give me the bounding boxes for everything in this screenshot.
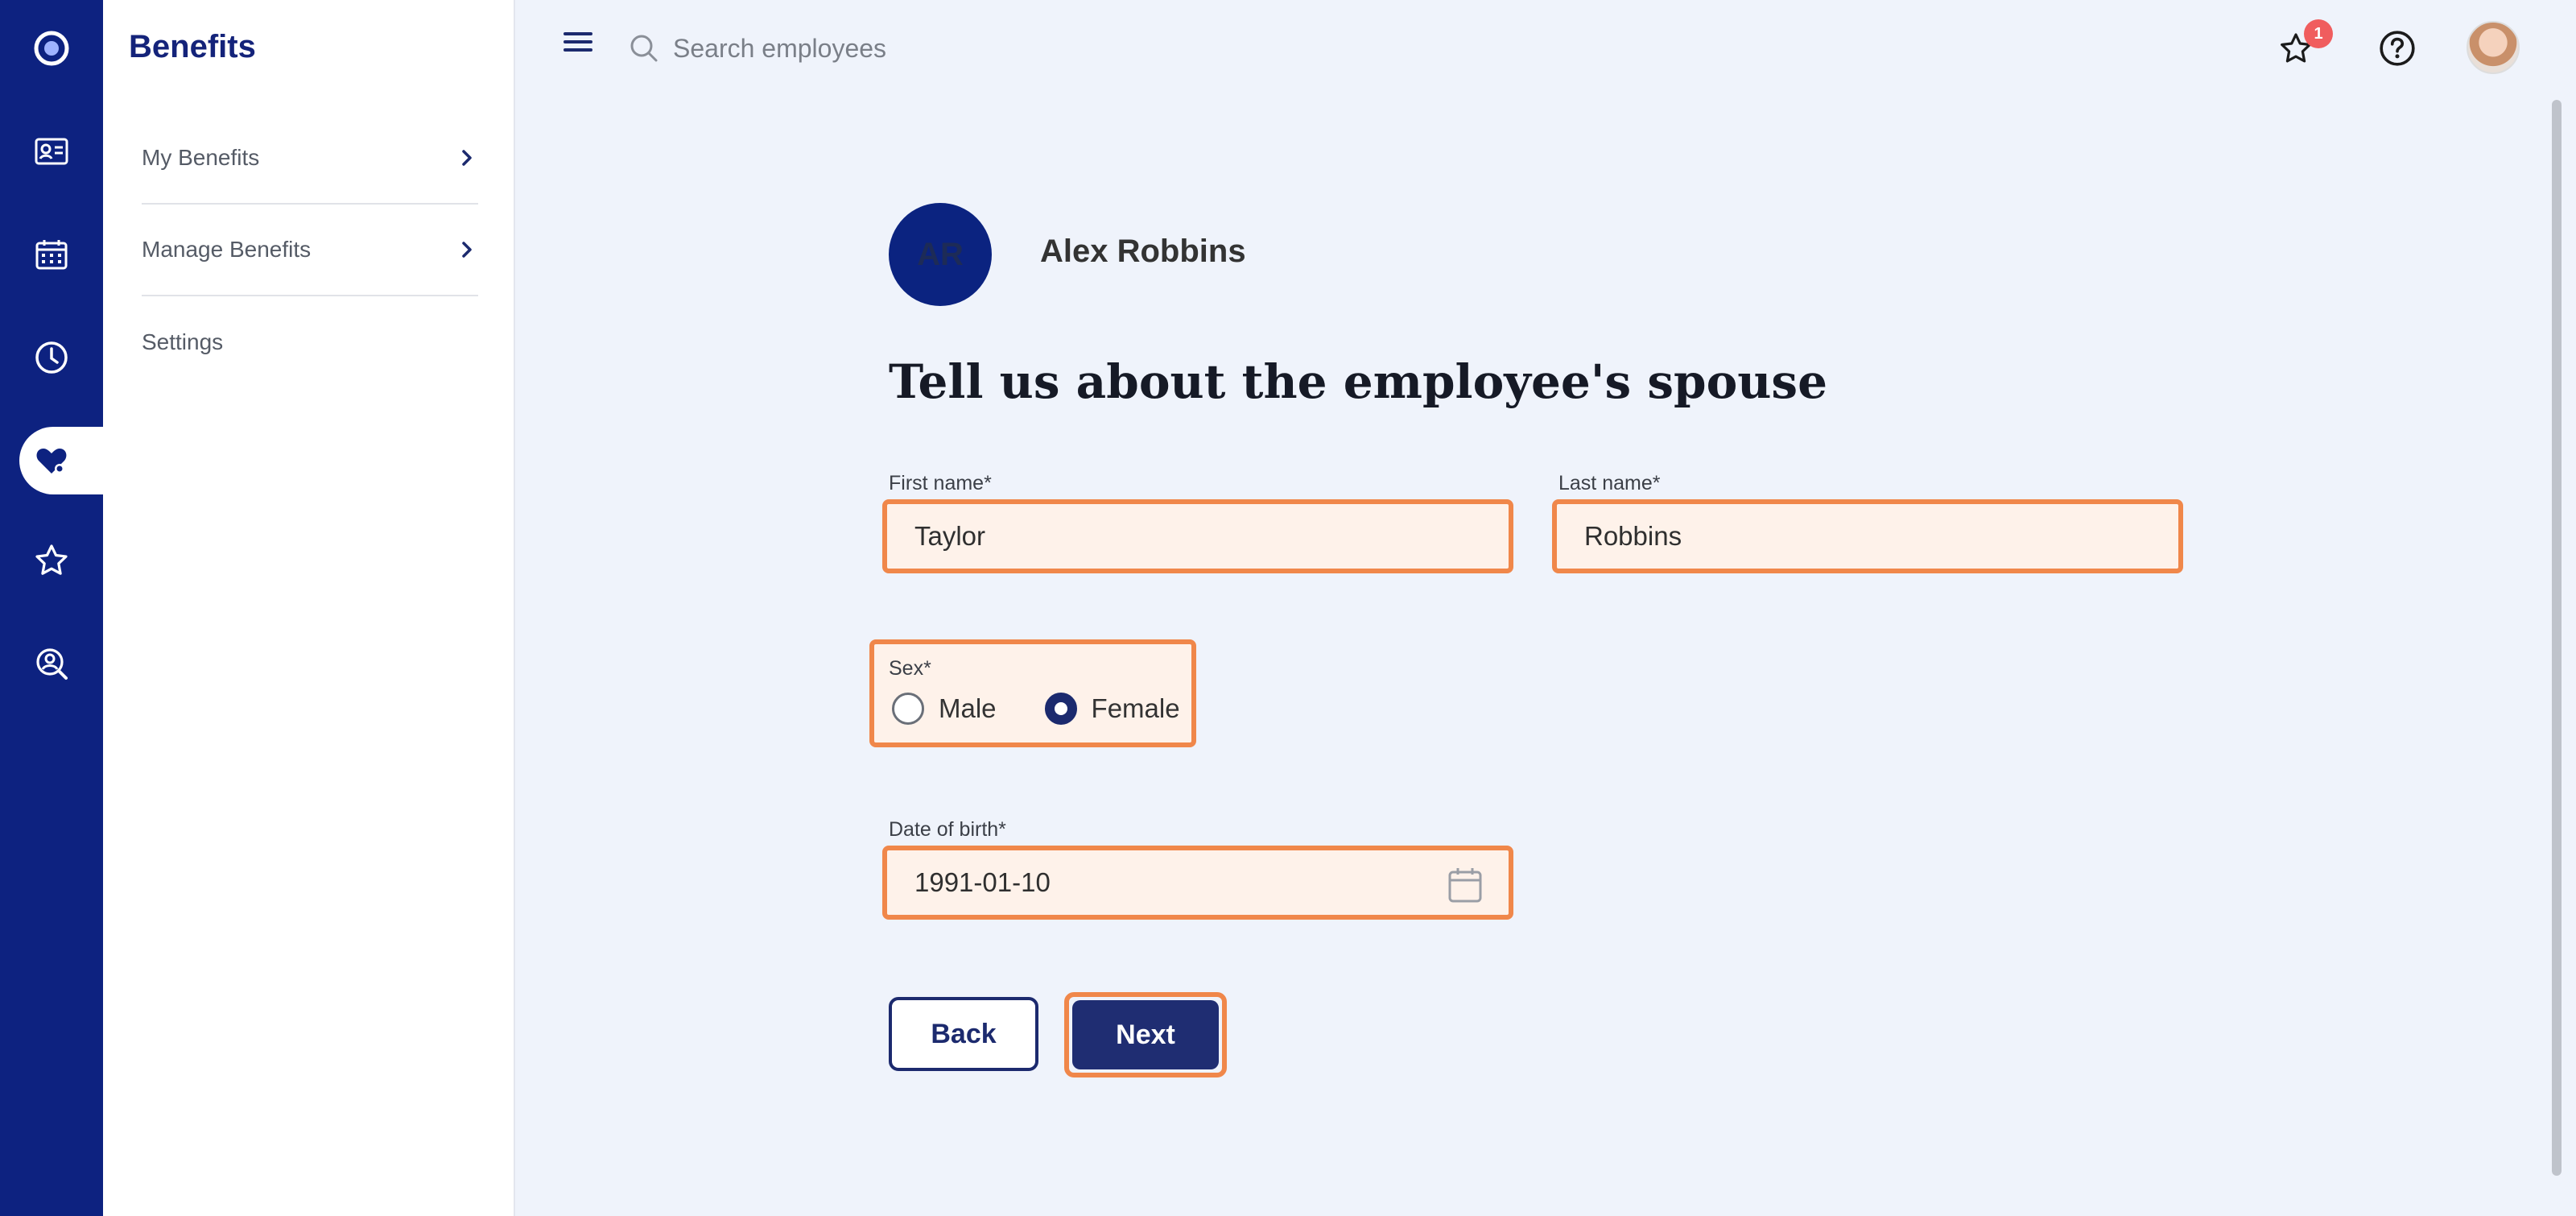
- sidebar-item-manage-benefits[interactable]: Manage Benefits: [142, 205, 478, 296]
- scrollbar-thumb[interactable]: [2552, 100, 2562, 1176]
- hamburger-line: [564, 32, 592, 35]
- sex-options: Male Female: [892, 693, 1180, 725]
- radio-option-male[interactable]: Male: [892, 693, 997, 725]
- calendar-picker-icon[interactable]: [1446, 865, 1484, 905]
- dob-value: 1991-01-10: [914, 867, 1051, 897]
- chevron-right-icon: [462, 242, 472, 258]
- last-name-field[interactable]: Robbins: [1552, 499, 2183, 573]
- sex-radio-group: Sex* Male Female: [869, 639, 1196, 747]
- people-search-icon[interactable]: [19, 631, 84, 696]
- next-button-highlight: Next: [1064, 992, 1227, 1077]
- sidebar-item-settings[interactable]: Settings: [142, 296, 478, 388]
- heart-icon[interactable]: [19, 428, 84, 493]
- star-icon[interactable]: [19, 528, 84, 593]
- date-of-birth-field[interactable]: 1991-01-10: [882, 846, 1513, 920]
- icon-rail: [0, 0, 103, 1216]
- radio-male[interactable]: [892, 693, 924, 725]
- back-button[interactable]: Back: [889, 997, 1038, 1071]
- user-avatar[interactable]: [2467, 21, 2520, 74]
- chevron-right-icon: [462, 150, 472, 166]
- last-name-value: Robbins: [1584, 521, 1682, 551]
- radio-female[interactable]: [1044, 693, 1077, 725]
- sidebar-item-label: Manage Benefits: [142, 237, 312, 262]
- form-heading: Tell us about the employee's spouse: [889, 354, 1827, 409]
- help-icon: [2380, 31, 2415, 66]
- help-button[interactable]: [2373, 24, 2421, 72]
- calendar-icon[interactable]: [19, 222, 84, 287]
- menu-toggle-button[interactable]: [564, 32, 592, 56]
- radio-option-female[interactable]: Female: [1044, 693, 1180, 725]
- hamburger-line: [564, 48, 592, 52]
- side-navigation: Benefits My Benefits Manage Benefits Set…: [103, 0, 515, 1216]
- employee-name: Alex Robbins: [1040, 234, 1246, 269]
- employee-avatar: AR: [889, 203, 992, 306]
- radio-male-label: Male: [939, 693, 997, 723]
- next-button[interactable]: Next: [1072, 1000, 1219, 1069]
- last-name-label: Last name*: [1558, 472, 1661, 494]
- search-icon: [630, 35, 658, 62]
- first-name-field[interactable]: Taylor: [882, 499, 1513, 573]
- sidebar-item-label: Settings: [142, 329, 224, 354]
- sidebar-item-label: My Benefits: [142, 145, 260, 170]
- first-name-label: First name*: [889, 472, 992, 494]
- first-name-value: Taylor: [914, 521, 986, 551]
- id-card-icon[interactable]: [19, 119, 84, 184]
- rail-active-indicator: [19, 427, 103, 494]
- hamburger-line: [564, 40, 592, 43]
- app-logo-icon[interactable]: [19, 16, 84, 81]
- clock-icon[interactable]: [19, 325, 84, 390]
- sex-label: Sex*: [889, 657, 931, 680]
- search-input[interactable]: [673, 24, 1156, 72]
- sidenav-title: Benefits: [129, 29, 256, 64]
- radio-female-label: Female: [1091, 693, 1180, 723]
- sidebar-item-my-benefits[interactable]: My Benefits: [142, 113, 478, 205]
- notification-badge: 1: [2304, 19, 2333, 48]
- dob-label: Date of birth*: [889, 818, 1006, 841]
